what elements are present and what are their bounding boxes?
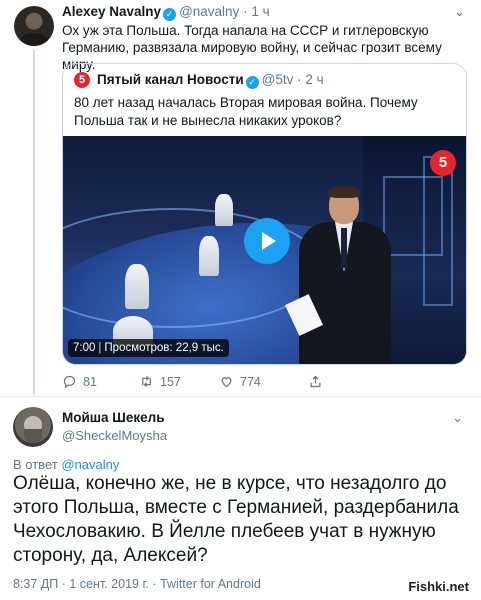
author-name[interactable]: Alexey Navalny	[62, 4, 161, 19]
like-icon	[221, 377, 232, 388]
tweet-actions: 81 157 774	[62, 374, 392, 392]
retweet-icon	[142, 376, 151, 387]
watermark: Fishki.net	[404, 578, 473, 596]
share-icon	[310, 375, 321, 388]
tweet-time[interactable]: 1 ч	[251, 4, 269, 19]
in-reply-link[interactable]: @navalny	[61, 457, 119, 472]
share-button[interactable]	[308, 374, 323, 389]
chevron-down-icon[interactable]: ⌄	[452, 410, 463, 426]
chevron-down-icon[interactable]: ⌄	[454, 4, 465, 20]
like-count: 774	[240, 374, 261, 389]
chess-piece	[215, 194, 233, 226]
quoted-tweet[interactable]: 5 Пятый канал Новости ✓ @5tv · 2 ч 80 лет …	[62, 63, 467, 365]
avatar[interactable]	[13, 407, 53, 447]
channel-logo-icon: 5	[430, 150, 456, 176]
tweet-meta[interactable]: 8:37 ДП · 1 сент. 2019 г. · Twitter for …	[13, 577, 261, 591]
reply-count: 81	[83, 374, 97, 389]
in-reply-to: В ответ @navalny	[13, 457, 119, 472]
in-reply-prefix: В ответ	[13, 457, 58, 472]
channel-logo-icon: 5	[74, 72, 90, 88]
reply-text: Олёша, конечно же, не в курсе, что незад…	[13, 473, 459, 566]
retweet-count: 157	[160, 374, 181, 389]
quoted-author-handle: @5tv	[261, 72, 294, 87]
video-player[interactable]: 5 7:00 | Просмотров: 22,9 тыс.	[63, 136, 466, 364]
verified-icon: ✓	[163, 8, 177, 21]
chess-piece	[125, 264, 149, 309]
chess-piece	[199, 236, 219, 276]
studio-light	[423, 156, 453, 306]
presenter	[285, 186, 401, 364]
retweet-button[interactable]: 157	[139, 374, 181, 389]
reply-button[interactable]: 81	[62, 374, 97, 389]
like-button[interactable]: 774	[219, 374, 261, 389]
divider	[0, 396, 481, 397]
play-icon[interactable]	[244, 218, 290, 264]
tweet-header: Alexey Navalny ✓ @navalny · 1 ч	[62, 4, 270, 21]
avatar[interactable]	[14, 6, 54, 46]
video-info-badge: 7:00 | Просмотров: 22,9 тыс.	[68, 339, 229, 357]
quoted-author-name: Пятый канал Новости	[97, 72, 244, 87]
video-views: Просмотров: 22,9 тыс.	[104, 342, 224, 354]
quoted-time: 2 ч	[305, 72, 324, 87]
reply-icon	[63, 375, 76, 389]
video-duration: 7:00	[73, 342, 96, 354]
thread-line	[33, 50, 35, 395]
author-handle[interactable]: @navalny	[179, 4, 239, 19]
quoted-text: 80 лет назад началась Вторая мировая вой…	[74, 95, 418, 128]
verified-icon: ✓	[245, 76, 259, 89]
quoted-header: Пятый канал Новости ✓ @5tv · 2 ч	[97, 72, 324, 89]
reply-author-handle[interactable]: @SheckelMoysha	[62, 428, 167, 443]
reply-author-name[interactable]: Мойша Шекель	[62, 410, 165, 425]
